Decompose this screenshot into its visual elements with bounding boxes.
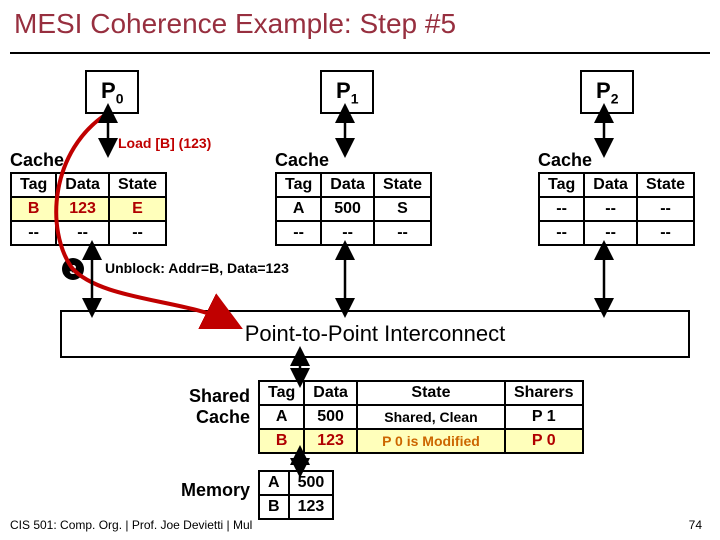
p1-r2-state: --	[374, 221, 431, 245]
p0-letter: P	[101, 78, 116, 103]
sc-r1-data: 500	[304, 405, 357, 429]
sc-r2-sharers: P 0	[505, 429, 583, 453]
p2-cache-label: Cache	[538, 150, 592, 171]
load-action-label: Load [B] (123)	[118, 135, 211, 151]
page-number: 74	[689, 518, 702, 532]
p0-r2-tag: --	[11, 221, 56, 245]
p1-r1-tag: A	[276, 197, 321, 221]
memory-table: A 500 B 123	[258, 470, 334, 520]
th-state: State	[374, 173, 431, 197]
p0-sub: 0	[116, 90, 124, 106]
sc-r1-state: Shared, Clean	[357, 405, 505, 429]
p0-cache-table: TagDataState B 123 E -- -- --	[10, 172, 167, 246]
p0-cache-label: Cache	[10, 150, 64, 171]
step-badge: 3	[62, 258, 84, 280]
th-tag: Tag	[276, 173, 321, 197]
p2-cache-table: TagDataState -- -- -- -- -- --	[538, 172, 695, 246]
mem-r2-data: 123	[289, 495, 334, 519]
p2-r1-data: --	[584, 197, 637, 221]
p1-letter: P	[336, 78, 351, 103]
sc-r2-state: P 0 is Modified	[357, 429, 505, 453]
mem-r2-tag: B	[259, 495, 289, 519]
slide-footer: CIS 501: Comp. Org. | Prof. Joe Devietti…	[10, 518, 252, 532]
th-data: Data	[304, 381, 357, 405]
p0-r1-tag: B	[11, 197, 56, 221]
p1-cache-label: Cache	[275, 150, 329, 171]
th-data: Data	[56, 173, 109, 197]
th-data: Data	[584, 173, 637, 197]
p1-r1-data: 500	[321, 197, 374, 221]
p1-cache-table: TagDataState A 500 S -- -- --	[275, 172, 432, 246]
p2-r2-tag: --	[539, 221, 584, 245]
shared-cache-table: Tag Data State Sharers A 500 Shared, Cle…	[258, 380, 584, 454]
sc-r2-data: 123	[304, 429, 357, 453]
p2-r1-tag: --	[539, 197, 584, 221]
p0-r1-state: E	[109, 197, 166, 221]
shared-cache-label: Shared Cache	[180, 386, 250, 428]
p0-r1-data: 123	[56, 197, 109, 221]
p2-r1-state: --	[637, 197, 694, 221]
p2-r2-state: --	[637, 221, 694, 245]
th-tag: Tag	[11, 173, 56, 197]
processor-p1: P1	[320, 70, 374, 114]
mem-r1-data: 500	[289, 471, 334, 495]
th-state: State	[109, 173, 166, 197]
p0-r2-data: --	[56, 221, 109, 245]
p1-r2-tag: --	[276, 221, 321, 245]
page-title: MESI Coherence Example: Step #5	[14, 8, 456, 40]
interconnect-bar: Point-to-Point Interconnect	[60, 310, 690, 358]
p0-r2-state: --	[109, 221, 166, 245]
slide: MESI Coherence Example: Step #5 P0 P1 P2…	[0, 0, 720, 540]
p1-r1-state: S	[374, 197, 431, 221]
sc-r2-tag: B	[259, 429, 304, 453]
th-tag: Tag	[539, 173, 584, 197]
title-rule	[10, 52, 710, 54]
p1-sub: 1	[351, 90, 359, 106]
sc-r1-tag: A	[259, 405, 304, 429]
p1-r2-data: --	[321, 221, 374, 245]
th-data: Data	[321, 173, 374, 197]
interconnect-label: Point-to-Point Interconnect	[245, 321, 505, 347]
sc-r1-sharers: P 1	[505, 405, 583, 429]
p2-letter: P	[596, 78, 611, 103]
unblock-label: Unblock: Addr=B, Data=123	[105, 260, 289, 276]
mem-r1-tag: A	[259, 471, 289, 495]
memory-label: Memory	[170, 480, 250, 501]
p2-r2-data: --	[584, 221, 637, 245]
processor-p0: P0	[85, 70, 139, 114]
th-sharers: Sharers	[505, 381, 583, 405]
th-state: State	[357, 381, 505, 405]
processor-p2: P2	[580, 70, 634, 114]
p2-sub: 2	[611, 90, 619, 106]
th-tag: Tag	[259, 381, 304, 405]
th-state: State	[637, 173, 694, 197]
